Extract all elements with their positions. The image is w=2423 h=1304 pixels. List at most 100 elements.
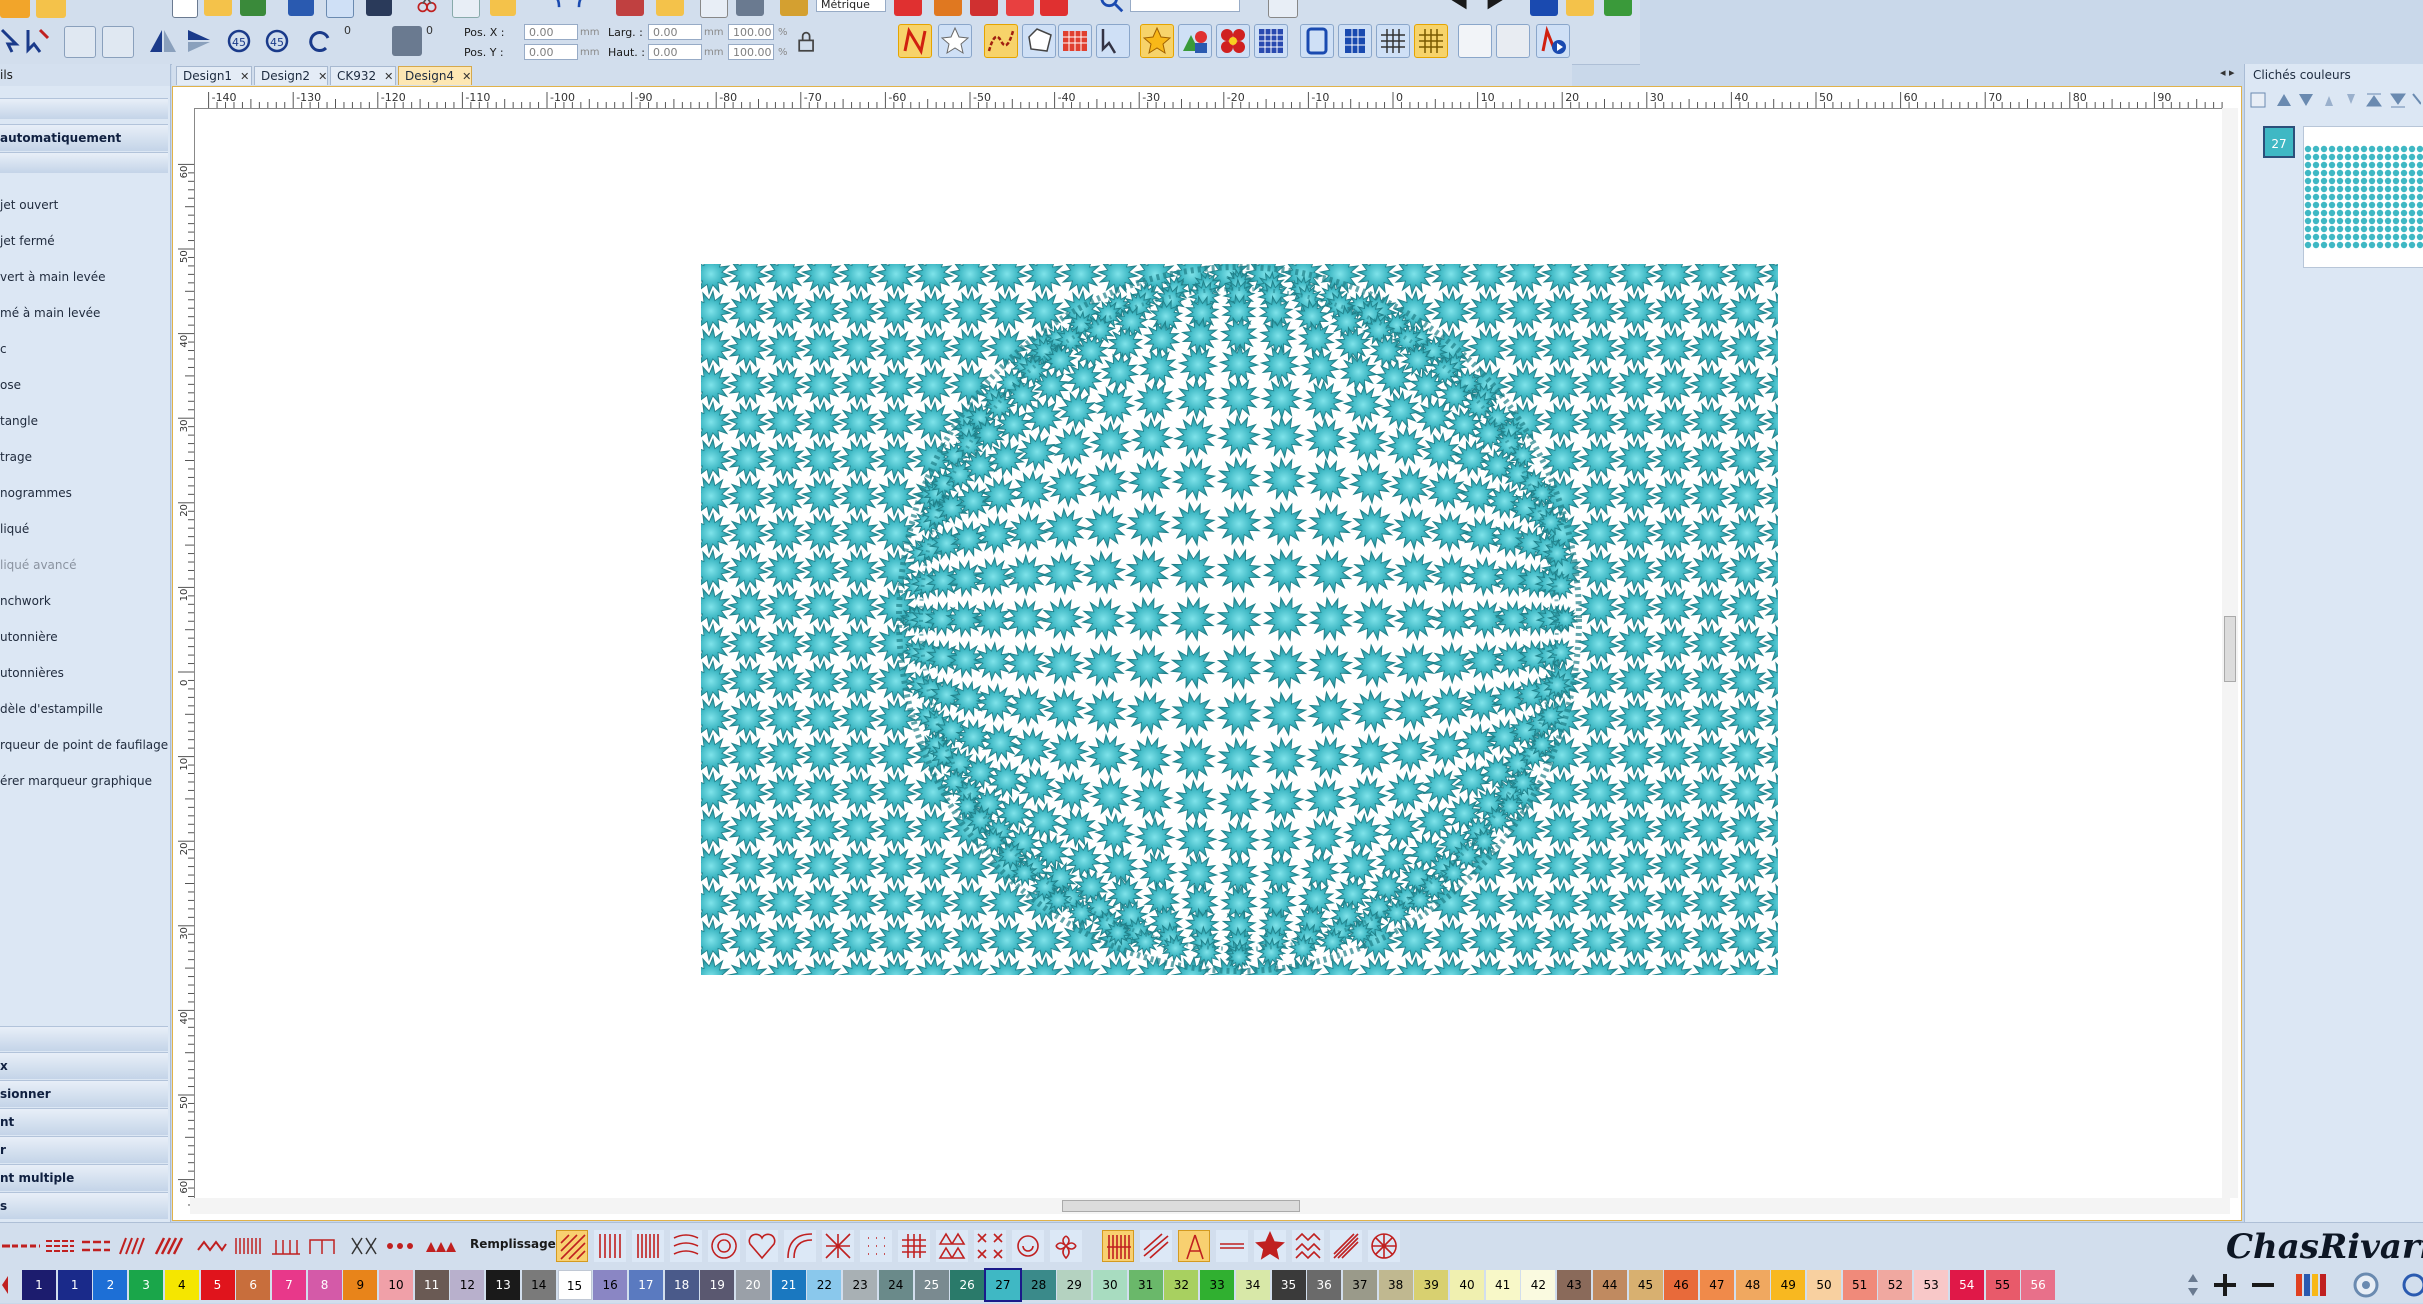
ruler-grid-icon[interactable] (1414, 24, 1448, 58)
palette-color-35[interactable]: 35 (1271, 1270, 1306, 1300)
open-folder-icon[interactable] (204, 0, 232, 16)
palette-color-52[interactable]: 52 (1878, 1270, 1913, 1300)
rotate-left-45-icon[interactable]: 45 (224, 26, 254, 56)
mirror-vertical-icon[interactable] (148, 26, 178, 56)
triangle-fill-icon[interactable] (936, 1230, 968, 1262)
diagonal-fill-icon[interactable] (556, 1230, 588, 1262)
freehand-tool-icon[interactable] (984, 24, 1018, 58)
left-panel-band[interactable]: r (0, 1136, 168, 1163)
palette-color-10[interactable]: 10 (379, 1270, 413, 1300)
rotate-right-45-icon[interactable]: 45 (262, 26, 292, 56)
bar-fill-icon[interactable] (1216, 1230, 1248, 1262)
palette-color-17[interactable]: 17 (628, 1270, 663, 1300)
palette-scroll-left-icon[interactable] (0, 1274, 10, 1296)
palette-color-51[interactable]: 51 (1842, 1270, 1877, 1300)
shapes-tool-icon[interactable] (1178, 24, 1212, 58)
palette-color-56[interactable]: 56 (2021, 1270, 2056, 1300)
palette-color-29[interactable]: 29 (1057, 1270, 1092, 1300)
palette-color-36[interactable]: 36 (1307, 1270, 1342, 1300)
close-tab-icon[interactable]: ✕ (318, 70, 327, 83)
palette-color-47[interactable]: 47 (1699, 1270, 1734, 1300)
triangle-stitch-icon[interactable] (424, 1230, 456, 1262)
palette-color-21[interactable]: 21 (771, 1270, 806, 1300)
left-panel-item[interactable]: érer marqueur graphique (0, 774, 152, 788)
satin-stitch-icon[interactable] (116, 1230, 148, 1262)
palette-color-46[interactable]: 46 (1664, 1270, 1699, 1300)
ruled-fill-icon[interactable] (632, 1230, 664, 1262)
hoop-frame-icon[interactable] (1300, 24, 1334, 58)
palette-color-31[interactable]: 31 (1128, 1270, 1163, 1300)
left-panel-item[interactable]: jet fermé (0, 234, 55, 248)
stop-icon[interactable] (1040, 0, 1068, 16)
redo-icon[interactable] (572, 0, 598, 16)
select-arrow-icon[interactable] (22, 26, 52, 56)
width-percent-input[interactable]: 100.00 (728, 24, 774, 40)
palette-color-22[interactable]: 22 (807, 1270, 842, 1300)
palette-color-38[interactable]: 38 (1378, 1270, 1413, 1300)
hoop-icon[interactable] (366, 0, 392, 16)
thread-spool-icon[interactable] (2350, 1270, 2390, 1300)
left-panel-item[interactable]: jet ouvert (0, 198, 58, 212)
circle-fill-icon[interactable] (708, 1230, 740, 1262)
square-wave-stitch-icon[interactable] (308, 1230, 340, 1262)
grid-fill-tool-icon[interactable] (1254, 24, 1288, 58)
motif-star-tool-icon[interactable] (1140, 24, 1174, 58)
palette-color-54[interactable]: 54 (1949, 1270, 1984, 1300)
tab-ck932[interactable]: CK932 ✕ (330, 66, 396, 85)
triple-stitch-icon[interactable] (44, 1230, 76, 1262)
blanket-stitch-icon[interactable] (270, 1230, 302, 1262)
flower-tool-icon[interactable] (1216, 24, 1250, 58)
left-panel-item[interactable]: trage (0, 450, 32, 464)
zoom-icon[interactable] (326, 0, 354, 18)
align-icon[interactable] (392, 26, 422, 56)
left-panel-item[interactable]: c (0, 342, 7, 356)
palette-color-2[interactable]: 2 (93, 1270, 128, 1300)
palette-color-55[interactable]: 55 (1985, 1270, 2020, 1300)
vertical-fill-icon[interactable] (594, 1230, 626, 1262)
dashed-stitch-icon[interactable] (10, 1230, 42, 1262)
tab-scroll-arrows[interactable]: ◂ ▸ (2220, 66, 2235, 79)
arc-fill-icon[interactable] (784, 1230, 816, 1262)
thread-icon[interactable] (970, 0, 998, 16)
palette-color-12[interactable]: 12 (450, 1270, 485, 1300)
select-icon[interactable] (1404, 0, 1432, 16)
palette-color-4[interactable]: 4 (164, 1270, 199, 1300)
left-panel-item[interactable]: dèle d'estampille (0, 702, 103, 716)
skew-icon[interactable] (102, 26, 134, 58)
background-icon[interactable] (1458, 24, 1492, 58)
pos-y-input[interactable]: 0.00 (524, 44, 578, 60)
color-block-swatch[interactable]: 27 (2263, 126, 2295, 158)
stitch-player-icon[interactable] (1536, 24, 1570, 58)
palette-overflow-icon[interactable] (2400, 1270, 2423, 1300)
show-grid-icon[interactable] (1376, 24, 1410, 58)
palette-color-39[interactable]: 39 (1414, 1270, 1449, 1300)
net-fill-icon[interactable] (1368, 1230, 1400, 1262)
horizontal-scroll-thumb[interactable] (1062, 1200, 1300, 1212)
design-wizard-icon[interactable] (616, 0, 644, 16)
tab-design1[interactable]: Design1 ✕ (176, 66, 252, 85)
palette-color-34[interactable]: 34 (1235, 1270, 1270, 1300)
palette-color-6[interactable]: 6 (236, 1270, 271, 1300)
palette-color-16[interactable]: 16 (593, 1270, 628, 1300)
resize-icon[interactable] (64, 26, 96, 58)
globe-icon[interactable] (1604, 0, 1632, 16)
folder-icon[interactable] (0, 0, 30, 18)
rotate-icon[interactable] (306, 26, 336, 56)
node-edit-icon[interactable] (0, 26, 20, 56)
palette-color-5[interactable]: 5 (200, 1270, 235, 1300)
vertical-satin-fill-icon[interactable] (1102, 1230, 1134, 1262)
palette-color-14[interactable]: 14 (521, 1270, 556, 1300)
print-icon[interactable] (288, 0, 314, 16)
palette-color-15[interactable]: 15 (557, 1270, 592, 1300)
needle-icon[interactable] (1006, 0, 1034, 16)
dot-fill-icon[interactable] (860, 1230, 892, 1262)
next-icon[interactable] (1482, 0, 1510, 16)
left-panel-item[interactable]: rqueur de point de faufilage (0, 738, 168, 752)
palette-color-50[interactable]: 50 (1807, 1270, 1841, 1300)
palette-icon[interactable] (934, 0, 962, 16)
left-panel-band[interactable]: s (0, 1192, 168, 1219)
zoom-icon-2[interactable] (1098, 0, 1126, 16)
tab-design4[interactable]: Design4 ✕ (398, 66, 472, 85)
floral-fill-icon[interactable] (1050, 1230, 1082, 1262)
paste-icon[interactable] (490, 0, 516, 16)
